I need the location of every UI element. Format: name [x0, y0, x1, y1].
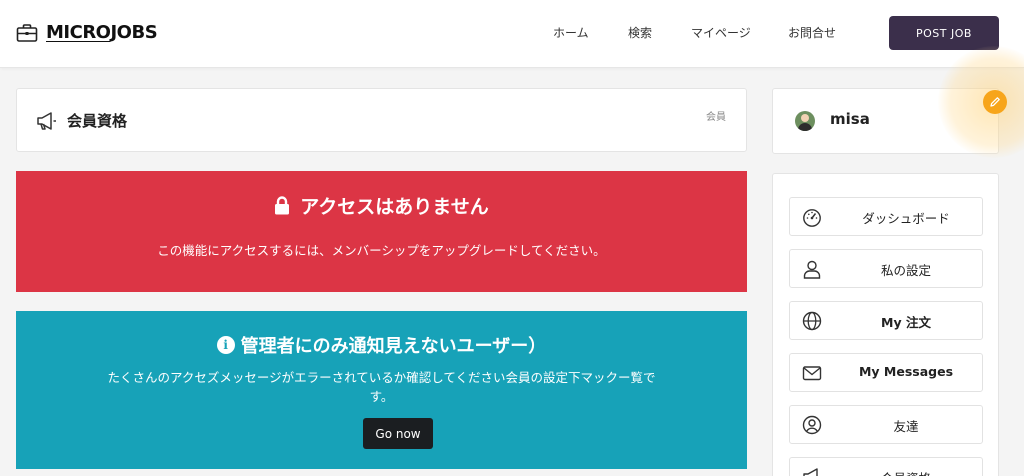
info-icon: i: [216, 336, 235, 354]
envelope-icon: [802, 366, 822, 381]
sidebar-item-label: My Messages: [858, 364, 954, 379]
logo-text-micro: MICRO: [46, 22, 111, 43]
logo-text-jobs: JOBS: [110, 22, 158, 43]
sidebar-item-membership[interactable]: 会員資格: [789, 457, 983, 476]
no-access-message: この機能にアクセスするには、メンバーシップをアップグレードしてください。: [157, 243, 606, 258]
globe-icon: [802, 311, 822, 331]
sidebar-item-label: 私の設定: [880, 263, 931, 278]
admin-notice-title-text: 管理者にのみ通知見えないユーザー）: [240, 336, 547, 357]
sidebar-item-label: My 注文: [881, 315, 931, 330]
briefcase-icon: [16, 23, 38, 42]
no-access-alert: アクセスはありません この機能にアクセスするには、メンバーシップをアップグレード…: [16, 171, 747, 292]
username[interactable]: misa: [830, 110, 870, 128]
post-job-button[interactable]: POST JOB: [889, 16, 999, 50]
sidebar-item-label: ダッシュボード: [862, 211, 950, 226]
logo[interactable]: MICROJOBS: [16, 22, 158, 43]
sidebar-item-settings[interactable]: 私の設定: [789, 249, 983, 288]
no-access-title-text: アクセスはありません: [300, 196, 489, 218]
nav-search[interactable]: 検索: [628, 24, 652, 41]
no-access-title: アクセスはありません: [16, 192, 747, 219]
avatar[interactable]: [795, 111, 815, 131]
site-header: MICROJOBS ホーム 検索 マイページ お問合せ POST JOB: [0, 0, 1024, 68]
edit-button[interactable]: [983, 90, 1007, 114]
page-title: 会員資格: [67, 112, 128, 130]
megaphone-icon: [37, 112, 56, 130]
pencil-icon: [990, 97, 1000, 107]
sidebar-item-label: 会員資格: [830, 468, 982, 476]
nav-home[interactable]: ホーム: [553, 24, 589, 41]
sidebar-menu: ダッシュボード 私の設定 My 注文 My Messages 友達: [772, 173, 999, 476]
user-icon: [803, 260, 821, 279]
megaphone-icon: [803, 468, 818, 476]
nav-mypage[interactable]: マイページ: [691, 24, 751, 41]
admin-notice-message: たくさんのアクセズメッセージがエラーされているか確認してください会員の設定下マッ…: [107, 370, 656, 404]
sidebar-item-orders[interactable]: My 注文: [789, 301, 983, 340]
page-title-panel: 会員資格 会員: [16, 88, 747, 152]
breadcrumb[interactable]: 会員: [706, 108, 726, 123]
sidebar-item-messages[interactable]: My Messages: [789, 353, 983, 392]
sidebar-item-label: 友達: [893, 419, 919, 434]
sidebar-item-dashboard[interactable]: ダッシュボード: [789, 197, 983, 236]
lock-icon: [275, 196, 290, 215]
user-circle-icon: [802, 415, 822, 435]
dashboard-icon: [803, 209, 821, 227]
sidebar-item-friends[interactable]: 友達: [789, 405, 983, 444]
logo-text: MICROJOBS: [46, 22, 158, 43]
admin-notice-alert: i 管理者にのみ通知見えないユーザー） たくさんのアクセズメッセージがエラーされ…: [16, 311, 747, 469]
nav-contact[interactable]: お問合せ: [788, 24, 836, 41]
admin-notice-title: i 管理者にのみ通知見えないユーザー）: [16, 332, 747, 358]
go-now-button[interactable]: Go now: [363, 418, 433, 449]
